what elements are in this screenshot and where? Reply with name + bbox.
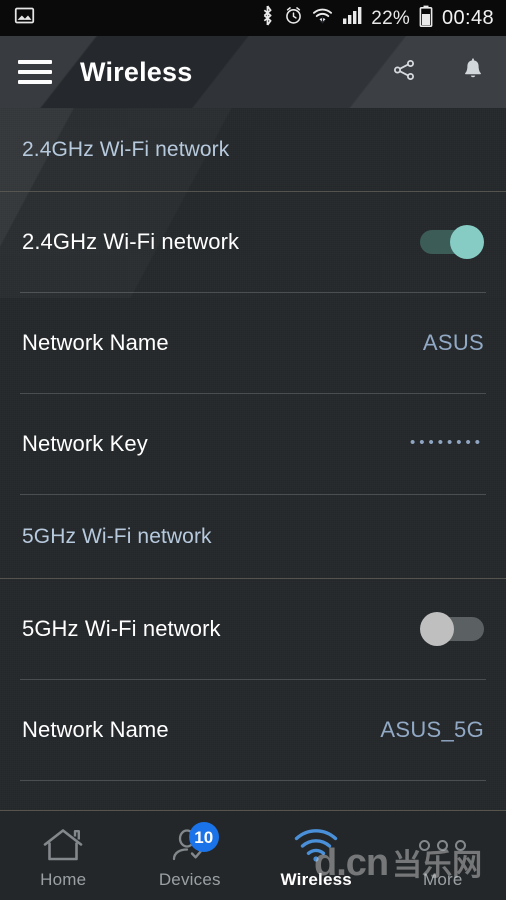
row-2g-network-key[interactable]: Network Key ••••••••	[0, 394, 506, 494]
page-title: Wireless	[80, 56, 193, 87]
bell-icon[interactable]	[462, 57, 484, 87]
row-2g-network-name[interactable]: Network Name ASUS	[0, 293, 506, 393]
nav-item-devices[interactable]: 10 Devices	[127, 811, 254, 900]
devices-badge: 10	[188, 822, 219, 852]
dots-group	[419, 839, 467, 851]
battery-percent-label: 22%	[371, 7, 410, 29]
row-label: 2.4GHz Wi-Fi network	[22, 229, 240, 254]
status-bar: 22% 00:48	[0, 0, 506, 36]
row-value-network-name: ASUS	[422, 330, 484, 355]
status-bar-left	[14, 5, 35, 31]
devices-icon: 10	[167, 822, 219, 865]
app-bar-actions	[392, 57, 484, 87]
row-label: Network Key	[22, 431, 148, 456]
row-label: Network Name	[22, 717, 169, 742]
settings-list: 2.4GHz Wi-Fi network 2.4GHz Wi-Fi networ…	[0, 108, 506, 846]
nav-label: Devices	[158, 870, 221, 889]
row-value-network-name: ASUS_5G	[380, 717, 484, 742]
toggle-2g-wifi[interactable]	[420, 225, 484, 259]
section-header-label: 5GHz Wi-Fi network	[22, 524, 212, 548]
wifi-icon	[312, 6, 333, 30]
bottom-navigation-bar: Home 10 Devices Wireless More	[0, 810, 506, 900]
row-label: Network Name	[22, 330, 169, 355]
section-header-2g: 2.4GHz Wi-Fi network	[0, 108, 506, 191]
status-bar-right: 22% 00:48	[260, 5, 494, 32]
nav-item-home[interactable]: Home	[0, 811, 127, 900]
nav-item-more[interactable]: More	[380, 811, 506, 900]
dot	[419, 839, 431, 851]
bluetooth-icon	[260, 5, 275, 31]
section-header-5g: 5GHz Wi-Fi network	[0, 495, 506, 578]
wifi-icon	[293, 825, 339, 865]
hamburger-bar	[18, 70, 52, 74]
dot	[437, 839, 449, 851]
app-bar: Wireless	[0, 36, 506, 108]
nav-label: Wireless	[280, 870, 352, 889]
nav-item-wireless[interactable]: Wireless	[253, 811, 380, 900]
toggle-thumb	[450, 225, 484, 259]
toggle-5g-wifi[interactable]	[420, 612, 484, 646]
row-5g-network-name[interactable]: Network Name ASUS_5G	[0, 680, 506, 780]
more-dots-icon	[419, 825, 467, 865]
hamburger-menu-icon[interactable]	[18, 60, 52, 84]
battery-icon	[419, 5, 433, 32]
signal-icon	[342, 6, 362, 30]
hamburger-bar	[18, 60, 52, 64]
toggle-thumb	[420, 612, 454, 646]
row-value-network-key: ••••••••	[409, 433, 484, 451]
hamburger-bar	[18, 80, 52, 84]
row-5g-wifi-toggle[interactable]: 5GHz Wi-Fi network	[0, 579, 506, 679]
alarm-icon	[284, 6, 303, 30]
divider	[20, 780, 486, 781]
nav-label: Home	[40, 870, 87, 889]
share-icon[interactable]	[392, 58, 416, 87]
section-header-label: 2.4GHz Wi-Fi network	[22, 137, 230, 161]
status-bar-clock: 00:48	[441, 7, 494, 29]
dot	[455, 839, 467, 851]
row-2g-wifi-toggle[interactable]: 2.4GHz Wi-Fi network	[0, 192, 506, 292]
row-label: 5GHz Wi-Fi network	[22, 616, 221, 641]
wireless-settings-screen: 22% 00:48 Wireless 2.4GHz Wi-Fi network …	[0, 0, 506, 900]
nav-label: More	[422, 870, 463, 889]
image-icon	[14, 5, 35, 31]
home-icon	[40, 825, 86, 865]
